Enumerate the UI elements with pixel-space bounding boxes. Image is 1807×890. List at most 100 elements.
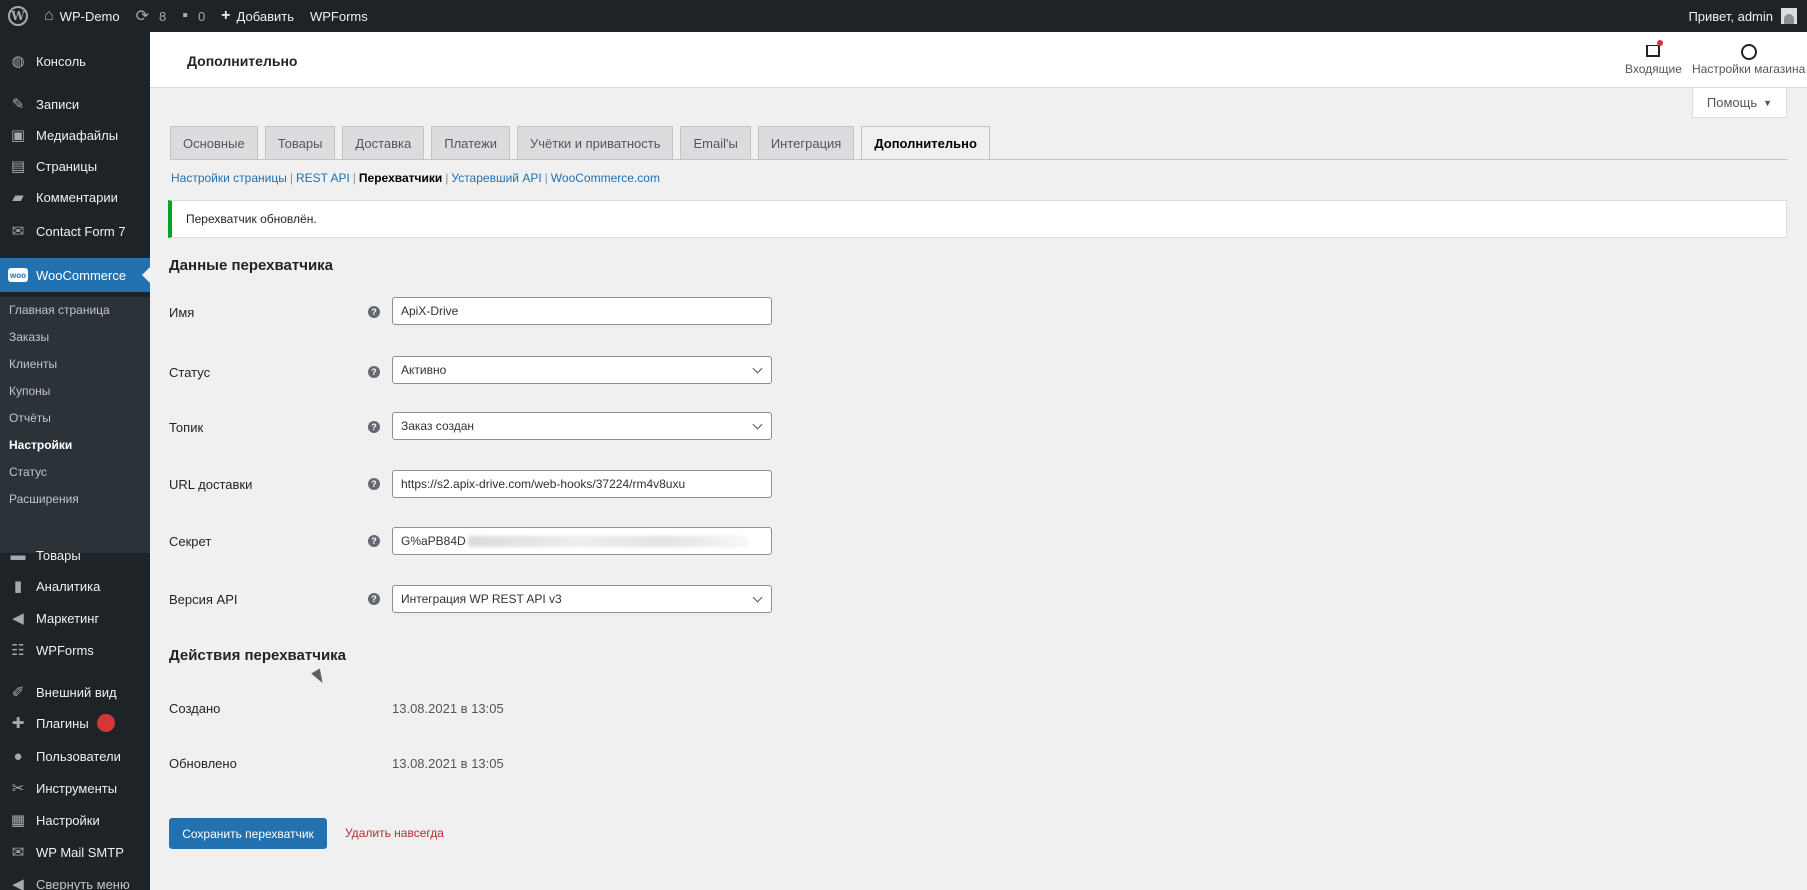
account-menu[interactable]: Привет, admin [1688, 0, 1797, 32]
sidebar-item-analytics[interactable]: ▮ Аналитика [0, 569, 150, 603]
webhook-name-input[interactable]: ApiX-Drive [392, 297, 772, 325]
tab-integration[interactable]: Интеграция [757, 126, 855, 160]
sidebar-item-comments[interactable]: ▰ Комментарии [0, 180, 150, 214]
wp-logo-menu[interactable]: W [0, 0, 36, 32]
sidebar-item-contact-form-7[interactable]: ✉ Contact Form 7 [0, 214, 150, 248]
help-tip-icon[interactable]: ? [368, 421, 380, 433]
sidebar-item-appearance[interactable]: ✐ Внешний вид [0, 675, 150, 709]
chart-icon: ▮ [13, 578, 23, 595]
created-label: Создано [169, 701, 221, 716]
sidebar-item-users[interactable]: ● Пользователи [0, 739, 150, 773]
help-tip-icon[interactable]: ? [368, 593, 380, 605]
webhook-status-value: Активно [401, 363, 447, 377]
status-label: Статус [169, 365, 211, 380]
tab-shipping[interactable]: Доставка [342, 126, 425, 160]
sidebar-item-media[interactable]: ▣ Медиафайлы [0, 118, 150, 152]
tab-accounts-privacy[interactable]: Учётки и приватность [516, 126, 674, 160]
subnav-woocommerce-com[interactable]: WooCommerce.com [551, 171, 660, 185]
plus-icon: + [221, 7, 231, 24]
success-notice: Перехватчик обновлён. [168, 200, 1787, 238]
updated-value: 13.08.2021 в 13:05 [392, 756, 504, 771]
sidebar-item-marketing[interactable]: ◀ Маркетинг [0, 601, 150, 635]
webhook-data-heading: Данные перехватчика [169, 257, 334, 274]
created-value: 13.08.2021 в 13:05 [392, 701, 504, 716]
wpforms-menu[interactable]: WPForms [302, 0, 376, 32]
sidebar-item-products[interactable]: ▬ Товары [0, 538, 150, 572]
sidebar-item-pages[interactable]: ▤ Страницы [0, 149, 150, 183]
tab-payments[interactable]: Платежи [431, 126, 510, 160]
secret-input[interactable]: G%aPB84D [392, 527, 772, 555]
subnav-page-setup[interactable]: Настройки страницы [171, 171, 287, 185]
sidebar-item-posts[interactable]: ✎ Записи [0, 87, 150, 121]
submenu-item-status[interactable]: Статус [0, 459, 150, 485]
sidebar-item-label: Пользователи [36, 748, 121, 764]
collapse-icon: ◀ [12, 876, 24, 890]
subnav-webhooks[interactable]: Перехватчики [359, 171, 442, 185]
store-setup-button[interactable]: Настройки магазина [1692, 42, 1805, 84]
help-tip-icon[interactable]: ? [368, 535, 380, 547]
mail-icon: ✉ [11, 223, 25, 240]
sidebar-item-wp-mail-smtp[interactable]: ✉ WP Mail SMTP [0, 835, 150, 869]
subnav-rest-api[interactable]: REST API [296, 171, 350, 185]
wpforms-label: WPForms [309, 8, 368, 24]
submenu-item-home[interactable]: Главная страница [0, 297, 150, 323]
avatar [1781, 8, 1797, 24]
sidebar-item-settings[interactable]: ▦ Настройки [0, 803, 150, 837]
secret-label: Секрет [169, 534, 212, 549]
add-new-menu[interactable]: + Добавить [213, 0, 302, 32]
sidebar-item-label: Свернуть меню [36, 876, 130, 890]
updated-label: Обновлено [169, 756, 237, 771]
media-icon: ▣ [10, 127, 26, 144]
submenu-item-orders[interactable]: Заказы [0, 324, 150, 350]
webhook-topic-select[interactable]: Заказ создан [392, 412, 772, 440]
updates-icon: ⟳ [135, 8, 150, 25]
api-version-value: Интеграция WP REST API v3 [401, 592, 562, 606]
submenu-item-settings[interactable]: Настройки [0, 432, 150, 458]
sidebar-item-wpforms[interactable]: ☷ WPForms [0, 633, 150, 667]
sidebar-item-label: Внешний вид [36, 684, 117, 700]
help-tip-icon[interactable]: ? [368, 478, 380, 490]
help-tab-button[interactable]: Помощь ▼ [1692, 88, 1787, 118]
collapse-menu-button[interactable]: ◀ Свернуть меню [0, 867, 150, 890]
help-tip-icon[interactable]: ? [368, 366, 380, 378]
sidebar-item-label: Маркетинг [36, 610, 100, 626]
store-setup-label: Настройки магазина [1692, 62, 1806, 76]
comments-link[interactable]: ▪ 0 [174, 0, 213, 32]
topic-label: Топик [169, 420, 204, 435]
submenu-item-extensions[interactable]: Расширения [0, 486, 150, 512]
inbox-button[interactable]: Входящие [1625, 40, 1682, 84]
triangle-down-icon: ▼ [1763, 97, 1773, 108]
delete-permanently-link[interactable]: Удалить навсегда [345, 826, 444, 840]
subnav-legacy-api[interactable]: Устаревший API [451, 171, 541, 185]
help-label: Помощь [1706, 95, 1758, 110]
delivery-url-label: URL доставки [169, 477, 253, 492]
sidebar-item-tools[interactable]: ✂ Инструменты [0, 771, 150, 805]
notice-text: Перехватчик обновлён. [186, 212, 317, 226]
webhook-topic-value: Заказ создан [401, 419, 475, 433]
site-name-link[interactable]: ⌂ WP-Demo [36, 0, 128, 32]
help-tip-icon[interactable]: ? [368, 306, 380, 318]
sidebar-item-label: Инструменты [36, 780, 118, 796]
sidebar-item-woocommerce[interactable]: woo WooCommerce [0, 258, 150, 292]
submenu-item-coupons[interactable]: Купоны [0, 378, 150, 404]
save-webhook-button[interactable]: Сохранить перехватчик [169, 818, 327, 849]
sidebar-item-label: Записи [36, 96, 80, 112]
tab-emails[interactable]: Email'ы [680, 126, 751, 160]
woocommerce-submenu: Главная страница Заказы Клиенты Купоны О… [0, 297, 150, 553]
submenu-item-reports[interactable]: Отчёты [0, 405, 150, 431]
sidebar-item-dashboard[interactable]: ◍ Консоль [0, 44, 150, 78]
api-version-select[interactable]: Интеграция WP REST API v3 [392, 585, 772, 613]
tab-general[interactable]: Основные [170, 126, 258, 160]
sidebar-item-label: Плагины [36, 715, 89, 731]
progress-ring-icon [1740, 44, 1757, 60]
tab-advanced[interactable]: Дополнительно [861, 126, 990, 160]
page-header: Дополнительно Входящие Настройки магазин… [150, 32, 1807, 88]
tab-products[interactable]: Товары [264, 126, 336, 160]
submenu-item-customers[interactable]: Клиенты [0, 351, 150, 377]
sidebar-item-plugins[interactable]: ✚ Плагины [0, 706, 150, 740]
sidebar-item-label: WP Mail SMTP [36, 844, 124, 860]
delivery-url-input[interactable]: https://s2.apix-drive.com/web-hooks/3722… [392, 470, 772, 498]
webhook-status-select[interactable]: Активно [392, 356, 772, 384]
form-icon: ☷ [11, 642, 25, 659]
updates-link[interactable]: ⟳ 8 [128, 0, 175, 32]
